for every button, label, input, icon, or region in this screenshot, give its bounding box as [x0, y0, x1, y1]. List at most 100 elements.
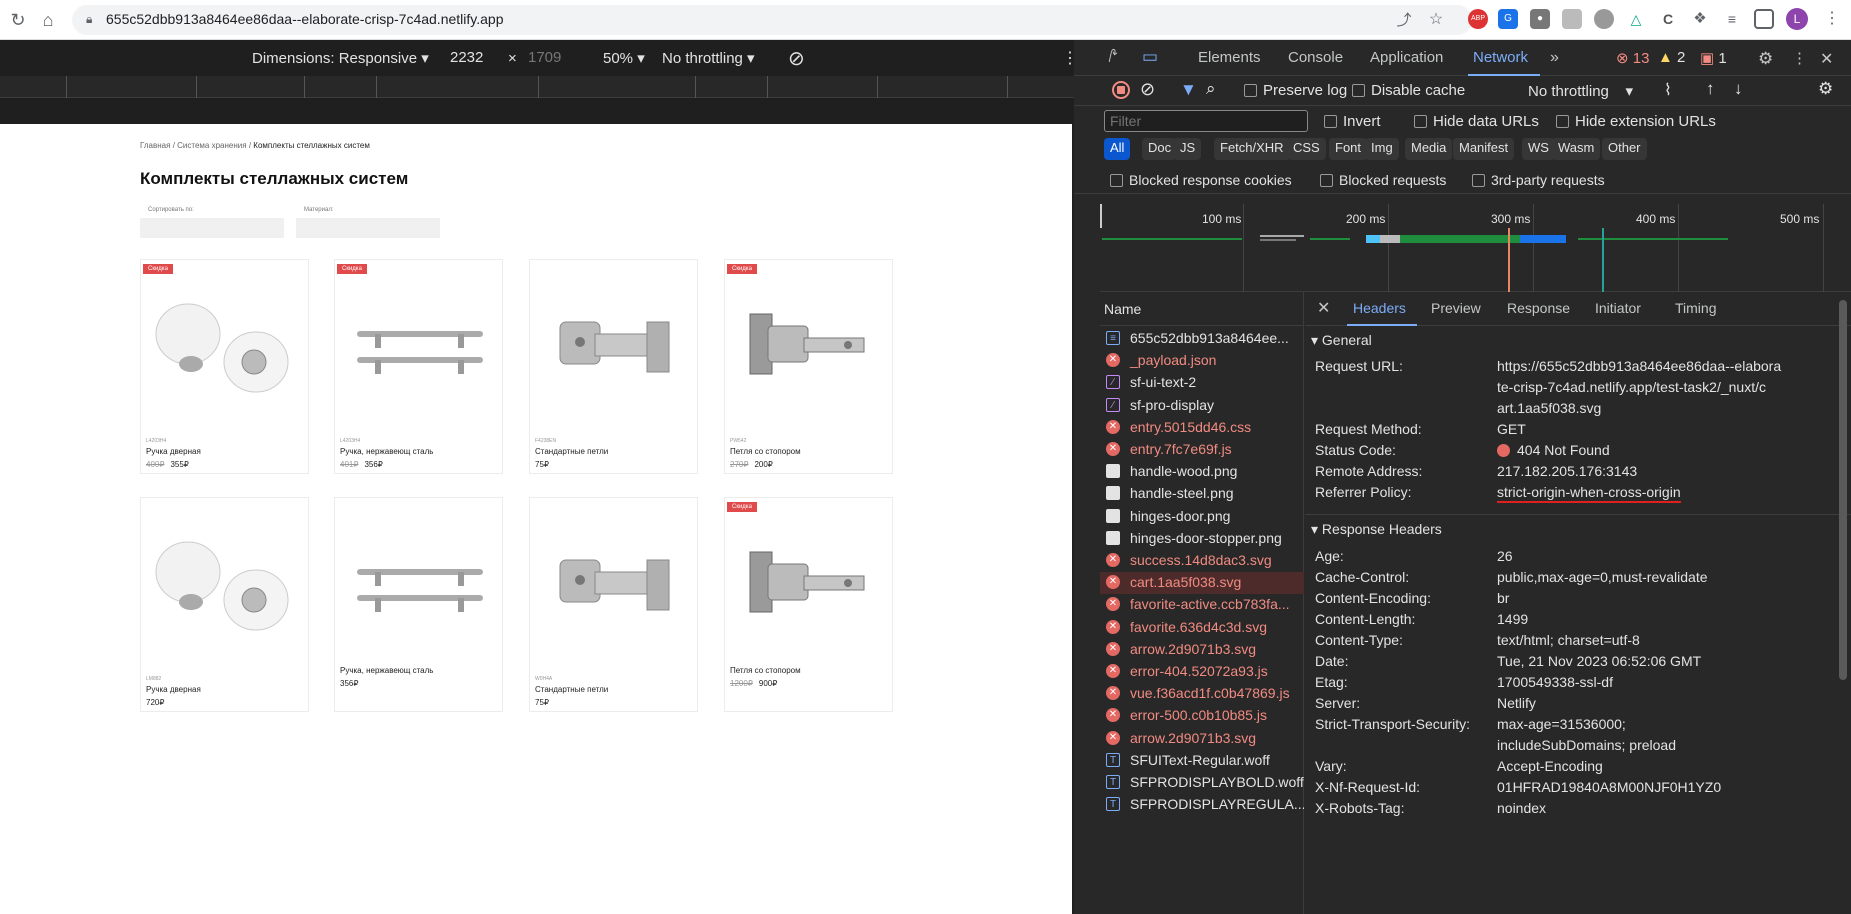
request-row[interactable]: ✕ success.14d8dac3.svg [1100, 550, 1304, 572]
zoom-select[interactable]: 50% ▾ [603, 49, 645, 67]
network-overview-timeline[interactable]: 100 ms 200 ms 300 ms 400 ms 500 ms [1100, 204, 1851, 292]
type-filter-img[interactable]: Img [1365, 138, 1399, 160]
product-name[interactable]: Петля со стопором [730, 666, 801, 675]
product-image[interactable] [535, 282, 692, 402]
product-image[interactable] [730, 282, 887, 402]
breadcrumb-storage[interactable]: Система хранения [177, 141, 246, 150]
extension-icon[interactable]: ● [1530, 9, 1550, 29]
issues-counter[interactable]: ▣ 1 [1700, 49, 1727, 67]
product-card[interactable]: F4238EN Стандартные петли 75₽ [529, 259, 698, 474]
response-headers-toggle[interactable]: ▾ Response Headers [1311, 521, 1442, 538]
reload-icon[interactable]: ↻ [6, 8, 30, 32]
request-row[interactable]: ∕ sf-ui-text-2 [1100, 372, 1304, 394]
export-har-icon[interactable]: ↓ [1734, 79, 1743, 99]
height-input[interactable]: 1709 [528, 49, 561, 66]
tab-timing[interactable]: Timing [1675, 300, 1717, 316]
import-har-icon[interactable]: ↑ [1706, 79, 1715, 99]
network-conditions-icon[interactable]: ⌇ [1664, 80, 1672, 100]
product-name[interactable]: Стандартные петли [535, 685, 608, 694]
product-image[interactable] [340, 520, 497, 640]
request-row[interactable]: ✕ favorite.636d4c3d.svg [1100, 617, 1304, 639]
type-filter-all[interactable]: All [1104, 138, 1131, 160]
type-filter-css[interactable]: CSS [1287, 138, 1326, 160]
filter-input[interactable] [1104, 110, 1308, 132]
preserve-log-checkbox[interactable]: Preserve log [1244, 82, 1347, 99]
product-image[interactable] [146, 520, 303, 640]
product-image[interactable] [340, 282, 497, 402]
home-icon[interactable]: ⌂ [36, 8, 60, 32]
network-settings-icon[interactable]: ⚙ [1818, 79, 1833, 99]
more-tabs-icon[interactable]: » [1550, 49, 1559, 67]
tab-network[interactable]: Network [1473, 49, 1528, 66]
request-row[interactable]: ✕ entry.7fc7e69f.js [1100, 439, 1304, 461]
errors-counter[interactable]: ⊗ 13 [1616, 49, 1649, 67]
reading-list-icon[interactable]: ≡ [1722, 9, 1742, 29]
product-card[interactable]: LM882 Ручка дверная 720₽ [140, 497, 309, 712]
request-row[interactable]: handle-steel.png [1100, 483, 1304, 505]
menu-icon[interactable]: ⋮ [1822, 9, 1842, 29]
request-row[interactable]: ✕ cart.1aa5f038.svg [1100, 572, 1304, 595]
tab-console[interactable]: Console [1288, 49, 1343, 66]
rotate-icon[interactable]: ⊘ [788, 46, 805, 71]
profile-avatar[interactable]: L [1786, 8, 1808, 30]
extension-icon[interactable]: △ [1626, 9, 1646, 29]
product-name[interactable]: Стандартные петли [535, 447, 608, 456]
request-row[interactable]: T SFPRODISPLAYREGULA... [1100, 794, 1304, 816]
request-row[interactable]: ✕ error-500.c0b10b85.js [1100, 705, 1304, 727]
request-row[interactable]: ✕ _payload.json [1100, 350, 1304, 372]
product-card[interactable]: Скидка L4203H4 Ручка дверная 400₽ 355₽ [140, 259, 309, 474]
breadcrumb-home[interactable]: Главная [140, 141, 170, 150]
tab-response[interactable]: Response [1507, 300, 1570, 316]
record-stop-icon[interactable] [1112, 81, 1130, 99]
product-card[interactable]: Скидка L4203H4 Ручка, нержавеющ сталь 401₽ 3… [334, 259, 503, 474]
inspect-element-icon[interactable]: ⭚ [1108, 47, 1118, 67]
type-filter-ws[interactable]: WS [1522, 138, 1555, 160]
product-name[interactable]: Петля со стопором [730, 447, 801, 456]
name-column-header[interactable]: Name [1100, 292, 1304, 326]
type-filter-wasm[interactable]: Wasm [1552, 138, 1601, 160]
bookmark-star-icon[interactable]: ☆ [1424, 8, 1448, 32]
product-card[interactable]: Скидка Петля со стопором 1200₽ 900₽ [724, 497, 893, 712]
tab-initiator[interactable]: Initiator [1595, 300, 1641, 316]
tab-elements[interactable]: Elements [1198, 49, 1261, 66]
type-filter-font[interactable]: Font [1329, 138, 1368, 160]
product-name[interactable]: Ручка дверная [146, 447, 201, 456]
general-section-toggle[interactable]: ▾ General [1311, 332, 1372, 349]
extension-icon[interactable]: C [1658, 9, 1678, 29]
type-filter-other[interactable]: Other [1602, 138, 1647, 160]
adblock-extension-icon[interactable]: ABP [1468, 9, 1488, 29]
clear-log-icon[interactable]: ⊘ [1140, 79, 1155, 100]
third-party-checkbox[interactable]: 3rd-party requests [1472, 172, 1605, 188]
side-panel-icon[interactable] [1754, 9, 1774, 29]
request-row[interactable]: hinges-door.png [1100, 506, 1304, 528]
translate-extension-icon[interactable]: G [1498, 9, 1518, 29]
close-details-icon[interactable]: ✕ [1317, 298, 1330, 318]
type-filter-manifest[interactable]: Manifest [1453, 138, 1515, 160]
tab-headers[interactable]: Headers [1353, 300, 1406, 316]
request-row[interactable]: handle-wood.png [1100, 461, 1304, 483]
details-scrollbar[interactable] [1839, 300, 1847, 680]
puzzle-extensions-icon[interactable]: ❖ [1690, 9, 1710, 29]
share-icon[interactable]: ⤴ [1392, 9, 1416, 33]
url-text[interactable]: 655c52dbb913a8464ee86daa--elaborate-cris… [106, 11, 503, 27]
hide-data-urls-checkbox[interactable]: Hide data URLs [1414, 113, 1539, 130]
product-name[interactable]: Ручка, нержавеющ сталь [340, 666, 433, 675]
product-name[interactable]: Ручка, нержавеющ сталь [340, 447, 433, 456]
hide-extension-urls-checkbox[interactable]: Hide extension URLs [1556, 113, 1716, 130]
request-row[interactable]: ≡ 655c52dbb913a8464ee... [1100, 328, 1304, 350]
extension-icon[interactable] [1562, 9, 1582, 29]
tab-application[interactable]: Application [1370, 49, 1443, 66]
devtools-menu-icon[interactable]: ⋮ [1792, 49, 1807, 67]
lock-icon[interactable]: 🔒︎ [86, 12, 92, 27]
close-devtools-icon[interactable]: ✕ [1820, 49, 1833, 69]
request-row[interactable]: T SFPRODISPLAYBOLD.woff [1100, 772, 1304, 794]
throttling-select[interactable]: No throttling ▾ [662, 49, 755, 67]
invert-checkbox[interactable]: Invert [1324, 113, 1381, 130]
request-row[interactable]: T SFUIText-Regular.woff [1100, 750, 1304, 772]
dimensions-select[interactable]: Dimensions: Responsive ▾ [252, 49, 429, 67]
request-row[interactable]: ✕ arrow.2d9071b3.svg [1100, 728, 1304, 750]
device-toggle-icon[interactable]: ▭ [1142, 47, 1158, 67]
extension-icon[interactable] [1594, 9, 1614, 29]
warnings-counter[interactable]: ▲ 2 [1658, 49, 1685, 66]
product-card[interactable]: W0H4A Стандартные петли 75₽ [529, 497, 698, 712]
